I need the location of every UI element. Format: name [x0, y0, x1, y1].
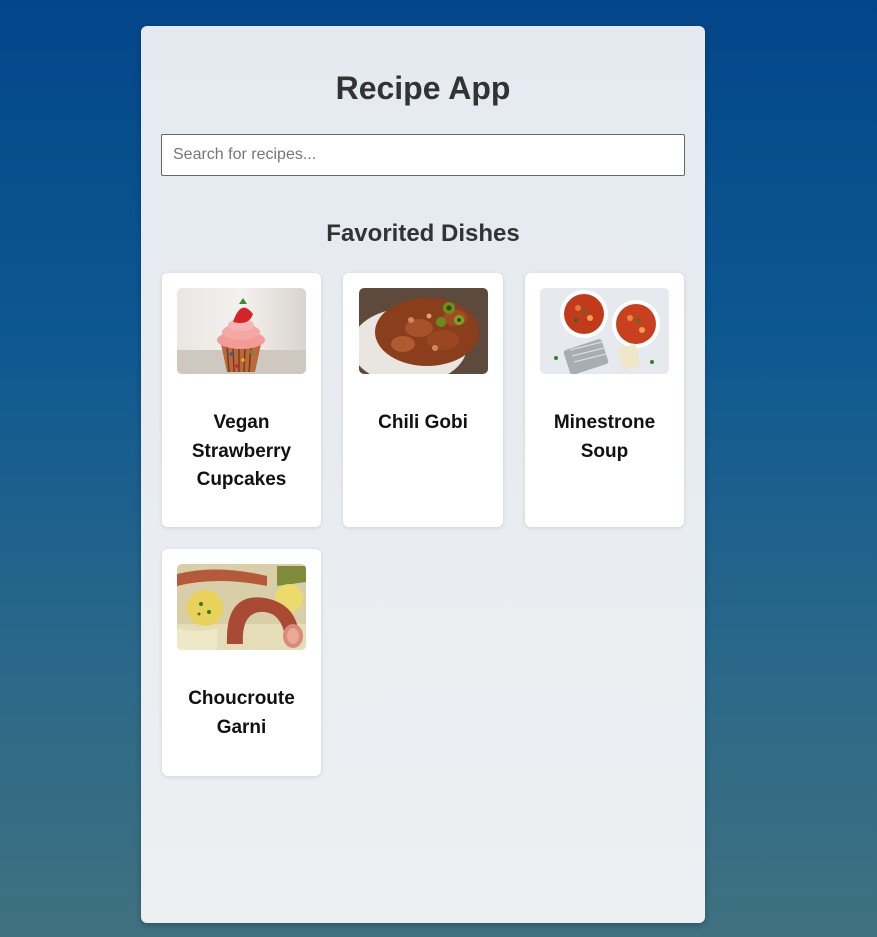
recipe-card[interactable]: Chili Gobi — [343, 273, 503, 527]
recipe-card[interactable]: Choucroute Garni — [162, 549, 321, 776]
search-input[interactable] — [161, 134, 685, 176]
recipe-card-title: Minestrone Soup — [553, 412, 656, 462]
recipe-card-title: Chili Gobi — [378, 412, 468, 433]
minestrone-soup-image — [540, 288, 669, 374]
favorited-dishes-heading: Favorited Dishes — [326, 220, 520, 247]
recipe-card-title: Vegan Strawberry Cupcakes — [191, 412, 292, 490]
recipe-app-panel: Recipe App Favorited Dishes — [141, 26, 705, 923]
choucroute-garni-image — [177, 564, 306, 650]
favorites-grid: Vegan Strawberry Cupcakes Chili Gobi Min… — [162, 273, 685, 776]
chili-gobi-image — [358, 288, 488, 374]
recipe-card[interactable]: Vegan Strawberry Cupcakes — [162, 273, 321, 527]
recipe-card[interactable]: Minestrone Soup — [525, 273, 684, 527]
app-title: Recipe App — [335, 70, 511, 106]
recipe-card-title: Choucroute Garni — [188, 688, 295, 738]
cupcake-image — [177, 288, 306, 374]
